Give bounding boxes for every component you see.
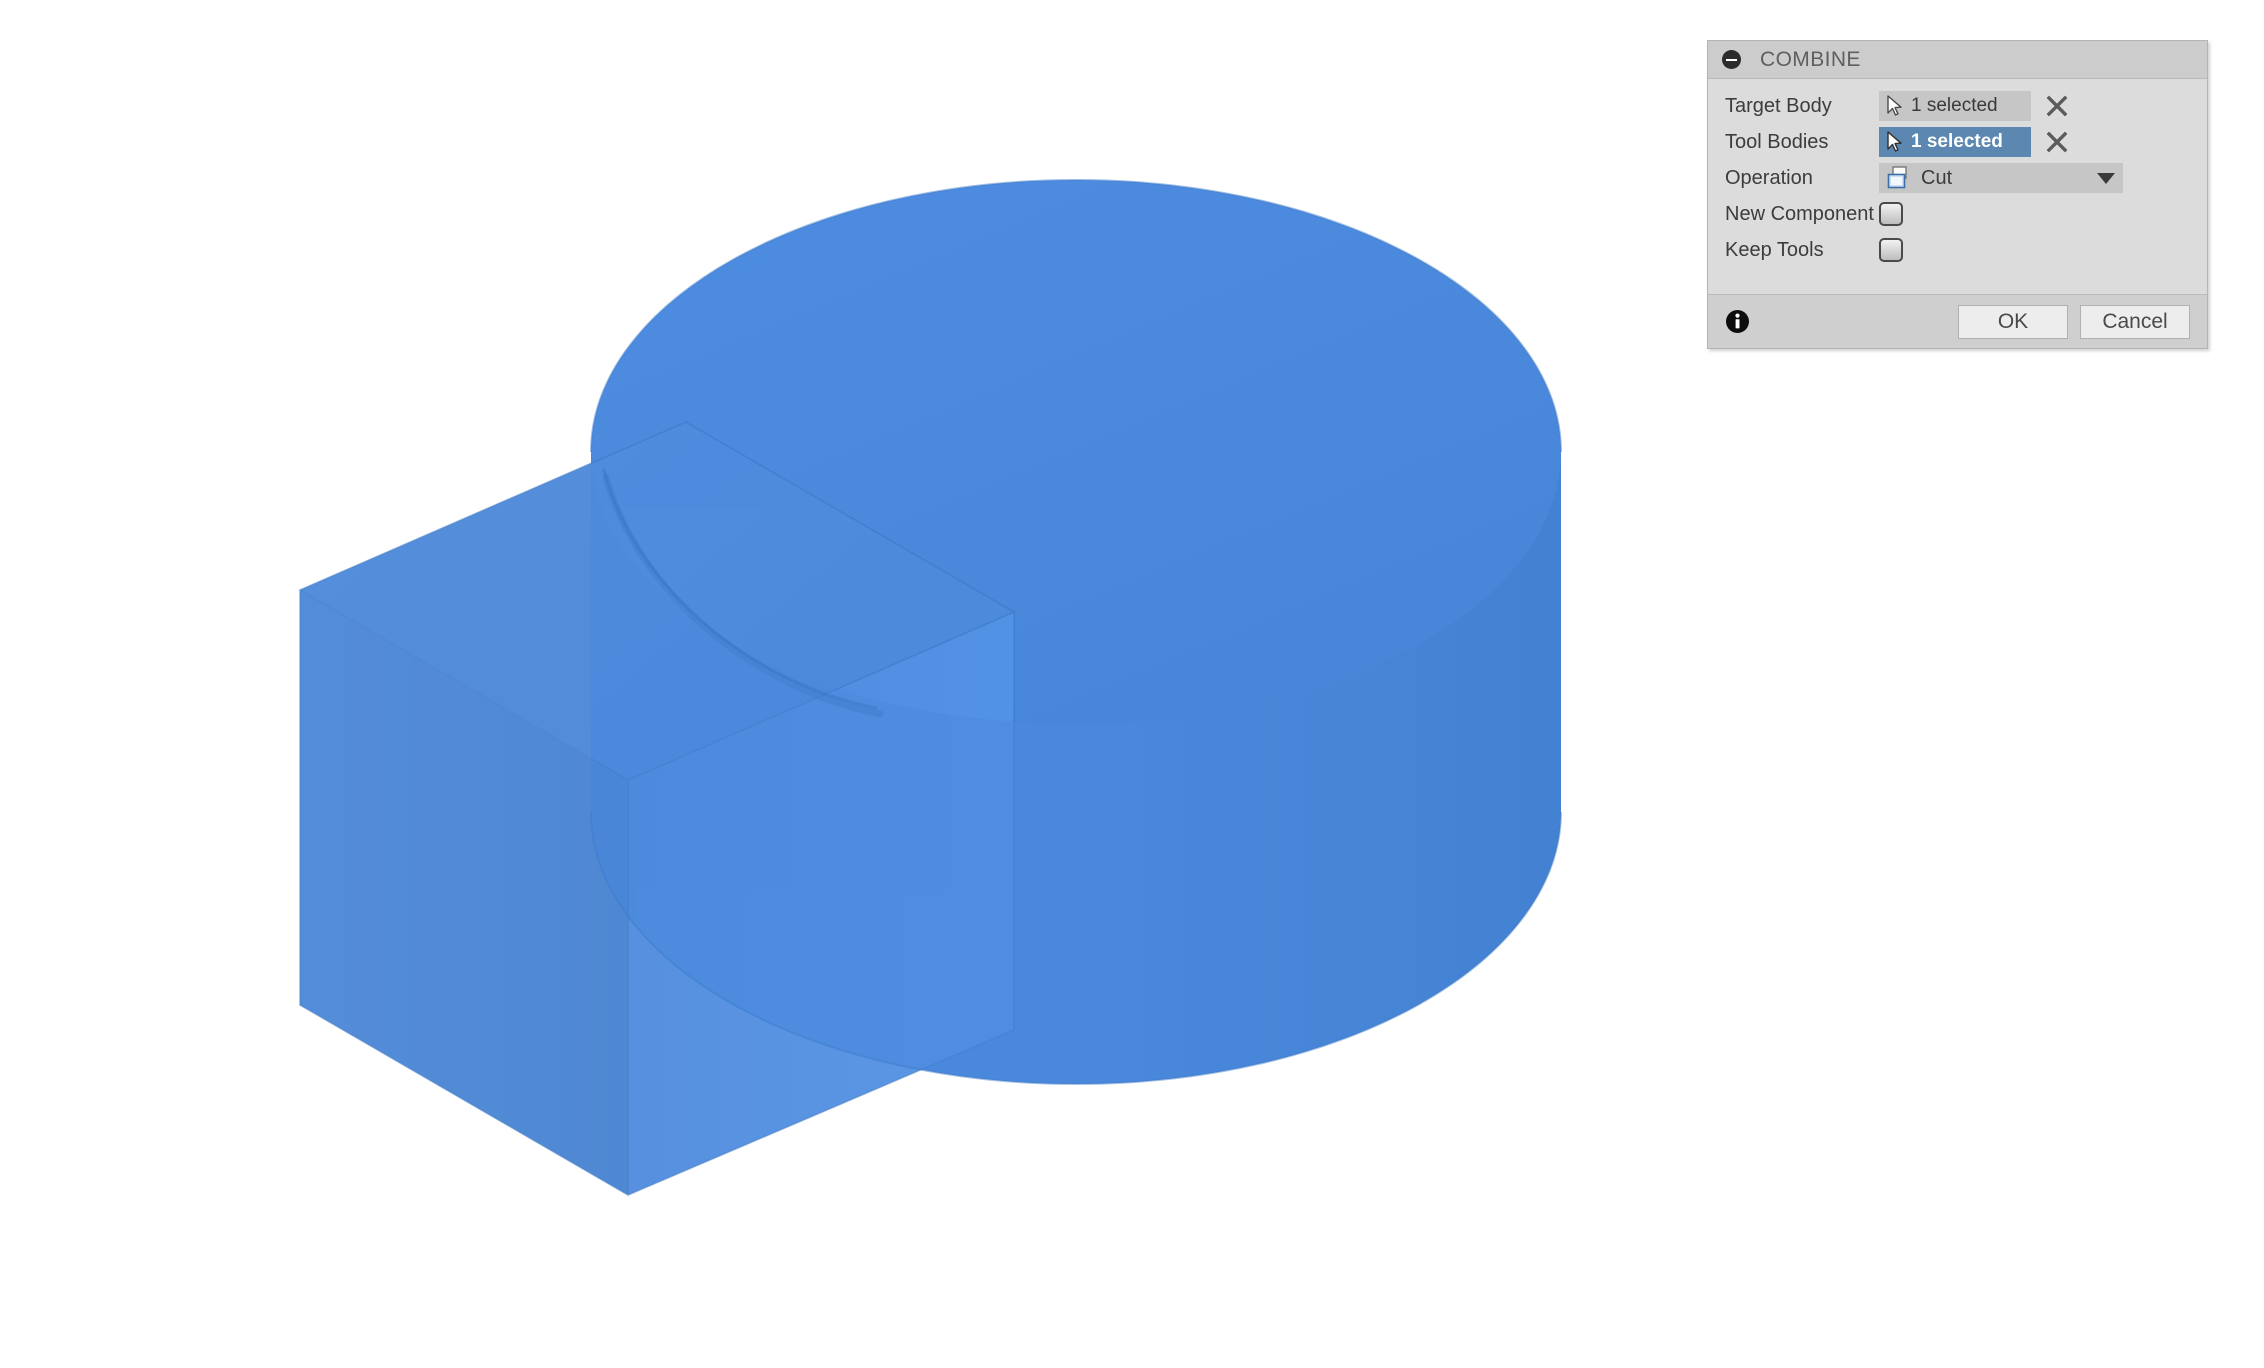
row-keep-tools: Keep Tools — [1708, 232, 2207, 268]
chevron-down-icon[interactable] — [2097, 172, 2115, 184]
label-keep-tools: Keep Tools — [1725, 238, 1824, 261]
label-operation: Operation — [1725, 166, 1813, 189]
minus-circle-icon[interactable] — [1722, 50, 1741, 69]
target-body-selection-field[interactable]: 1 selected — [1879, 91, 2031, 121]
dialog-footer: OK Cancel — [1708, 294, 2207, 348]
cancel-button[interactable]: Cancel — [2080, 304, 2190, 339]
row-new-component: New Component — [1708, 196, 2207, 232]
new-component-checkbox[interactable] — [1879, 202, 1903, 226]
ok-button[interactable]: OK — [1958, 304, 2068, 339]
target-body-value: 1 selected — [1911, 95, 1998, 116]
tool-bodies-selection-field[interactable]: 1 selected — [1879, 127, 2031, 157]
label-tool-bodies: Tool Bodies — [1725, 130, 1829, 153]
row-target-body: Target Body 1 selected — [1708, 88, 2207, 124]
label-target-body: Target Body — [1725, 94, 1832, 117]
combine-dialog[interactable]: COMBINE Target Body 1 selected Tool Bodi… — [1707, 40, 2208, 349]
keep-tools-checkbox[interactable] — [1879, 238, 1903, 262]
tool-bodies-value: 1 selected — [1911, 131, 2003, 152]
page-title: COMBINE — [1760, 47, 1861, 71]
close-x-icon[interactable] — [2046, 95, 2068, 117]
close-x-icon[interactable] — [2046, 131, 2068, 153]
cut-operation-icon — [1887, 166, 1907, 189]
dialog-body: Target Body 1 selected Tool Bodies 1 sel… — [1708, 79, 2207, 294]
operation-dropdown[interactable]: Cut — [1879, 163, 2123, 193]
cursor-arrow-icon — [1887, 95, 1902, 116]
info-circle-icon[interactable] — [1725, 309, 1750, 334]
dialog-header: COMBINE — [1708, 41, 2207, 79]
label-new-component: New Component — [1725, 202, 1874, 225]
operation-value: Cut — [1921, 166, 1953, 189]
row-operation: Operation Cut — [1708, 160, 2207, 196]
row-tool-bodies: Tool Bodies 1 selected — [1708, 124, 2207, 160]
cursor-arrow-icon — [1887, 131, 1902, 152]
